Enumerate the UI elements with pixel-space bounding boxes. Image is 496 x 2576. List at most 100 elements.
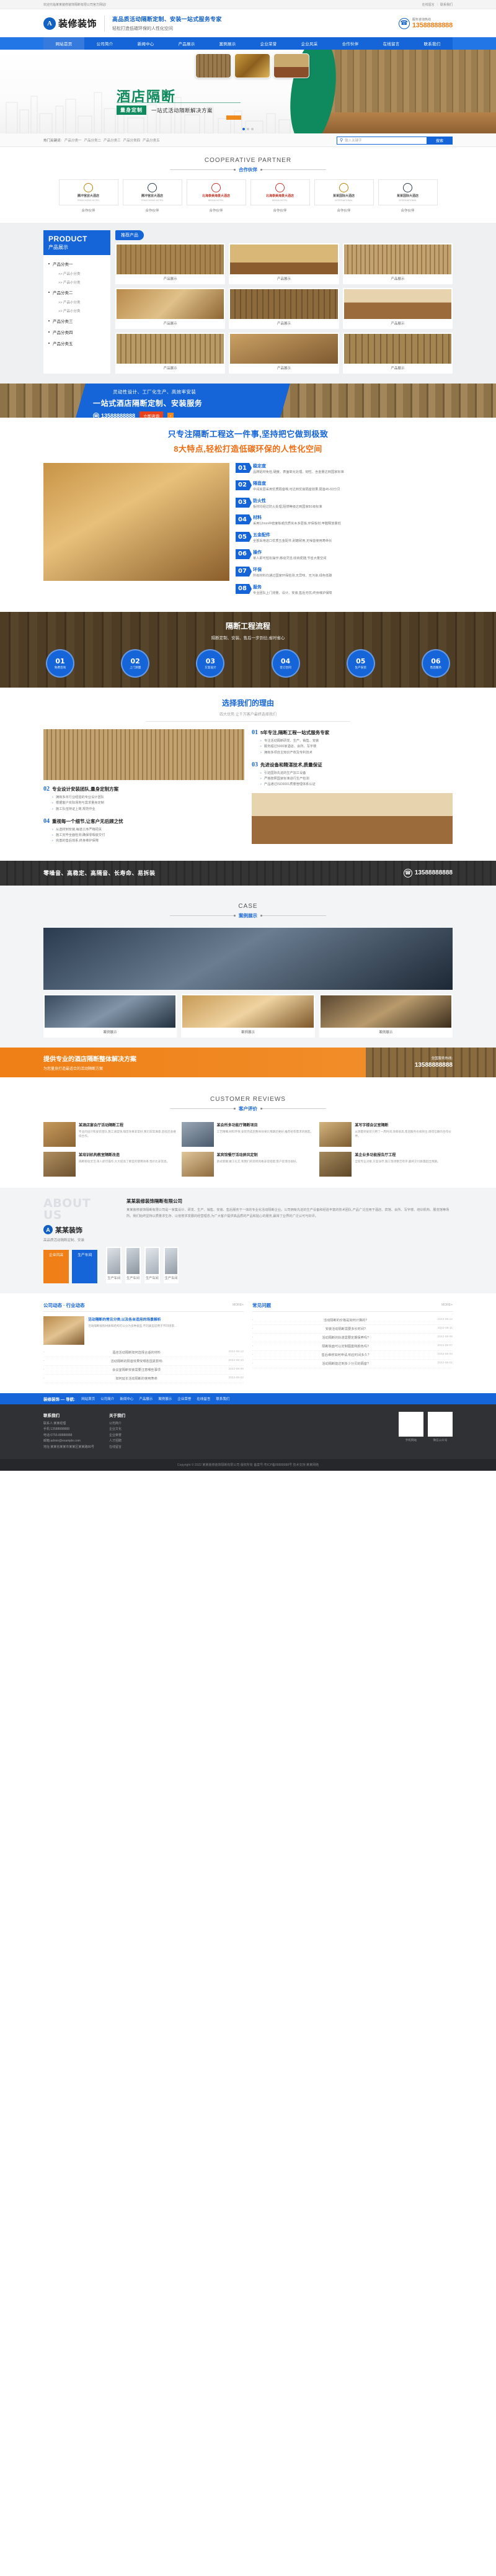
- case-item[interactable]: 案例展示: [43, 994, 177, 1038]
- keyword-1[interactable]: 产品分类二: [84, 139, 102, 143]
- search-button[interactable]: 搜索: [427, 136, 453, 145]
- testimonial-card[interactable]: 某企业多功能报告厅工程 全程专业对接,方案详尽,施工现场整洁有序,最终交付质量超出…: [319, 1151, 453, 1177]
- about-gallery-item[interactable]: 生产车间: [144, 1246, 160, 1283]
- testimonial-card[interactable]: 某宾馆餐厅活动屏风定制 款式新颖,做工扎实,和我们的装修风格非常搭配,客户反馈也很…: [181, 1151, 315, 1177]
- product-item[interactable]: 产品展示: [342, 243, 453, 284]
- news-left-more[interactable]: MORE+: [232, 1303, 244, 1307]
- keyword-4[interactable]: 产品分类五: [143, 139, 160, 143]
- news-list-item[interactable]: 酒店活动隔断如何选择合适的材料 2022-08-12: [43, 1349, 244, 1357]
- partner-card[interactable]: 北海泰美海景大酒店 BEIHAI HOTEL 合作伙伴: [250, 179, 310, 213]
- topbar-link-contact[interactable]: 联系我们: [440, 2, 453, 7]
- partner-card[interactable]: 某某国际大酒店 INTERNATIONAL 合作伙伴: [314, 179, 374, 213]
- carousel-dot-1[interactable]: [247, 128, 249, 130]
- footer-nav-link-3[interactable]: 产品展示: [139, 1396, 153, 1401]
- partner-card[interactable]: 腾冲官房大酒店 TENGCHONG HOTEL 合作伙伴: [58, 179, 118, 213]
- product-category[interactable]: 产品分类五: [48, 338, 105, 349]
- news-list-item[interactable]: 隔断板面可以定制图案和颜色吗? 2022-08-07: [252, 1342, 453, 1351]
- process-step[interactable]: 01 免费咨询: [46, 649, 74, 678]
- footer-nav-link-6[interactable]: 在线留言: [197, 1396, 210, 1401]
- product-item[interactable]: 产品展示: [115, 333, 226, 374]
- about-gallery-item[interactable]: 生产车间: [106, 1246, 122, 1283]
- nav-item-2[interactable]: 新闻中心: [125, 37, 166, 50]
- footer-nav-link-0[interactable]: 网站首页: [81, 1396, 95, 1401]
- nav-item-0[interactable]: 网站首页: [43, 37, 84, 50]
- about-gallery-item[interactable]: 生产车间: [163, 1246, 179, 1283]
- product-category[interactable]: 产品分类二: [48, 287, 105, 298]
- site-logo[interactable]: A 装修装饰: [43, 17, 97, 30]
- footer-nav-link-7[interactable]: 联系我们: [216, 1396, 229, 1401]
- news-right-more[interactable]: MORE+: [441, 1303, 453, 1307]
- product-item[interactable]: 产品展示: [229, 288, 339, 329]
- topbar-link-message[interactable]: 在线留言: [422, 2, 435, 7]
- chevron-right-icon[interactable]: ›: [167, 412, 174, 418]
- product-subcategory[interactable]: >> 产品小分类: [48, 269, 105, 278]
- product-category[interactable]: 产品分类三: [48, 315, 105, 326]
- product-item[interactable]: 产品展示: [115, 288, 226, 329]
- partner-card[interactable]: 北海泰美海景大酒店 BEIHAI HOTEL 合作伙伴: [186, 179, 246, 213]
- product-subcategory[interactable]: >> 产品小分类: [48, 278, 105, 287]
- footer-nav-link-5[interactable]: 企业荣誉: [177, 1396, 191, 1401]
- carousel-dot-2[interactable]: [251, 128, 254, 130]
- reason-point: 完善的售后体系,终身维护保障: [52, 838, 244, 844]
- nav-item-1[interactable]: 公司简介: [84, 37, 125, 50]
- process-step[interactable]: 05 生产安装: [346, 649, 375, 678]
- testimonial-card[interactable]: 某培训机构教室隔断改造 隔断移动灵活,单人即可操作,大大提高了教室的使用效率,性价…: [43, 1151, 177, 1177]
- news-list-item[interactable]: 如何延长活动隔断的使用寿命 2022-08-02: [43, 1375, 244, 1383]
- about-left: ABOUT US A 某某装饰 高品质活动隔断定制、安装: [43, 1197, 118, 1242]
- product-subcategory[interactable]: >> 产品小分类: [48, 307, 105, 315]
- process-step[interactable]: 04 签订合同: [271, 649, 300, 678]
- case-item[interactable]: 案例展示: [319, 994, 453, 1038]
- keyword-3[interactable]: 产品分类四: [123, 139, 141, 143]
- case-caption: 案例展示: [379, 1030, 393, 1034]
- news-list-item[interactable]: 活动隔断的隔音效果受哪些因素影响 2022-08-10: [43, 1357, 244, 1366]
- product-category[interactable]: 产品分类一: [48, 258, 105, 269]
- nav-item-7[interactable]: 合作伙伴: [330, 37, 371, 50]
- product-subcategory[interactable]: >> 产品小分类: [48, 298, 105, 307]
- product-item[interactable]: 产品展示: [229, 243, 339, 284]
- process-step[interactable]: 03 方案设计: [196, 649, 225, 678]
- partner-card[interactable]: 腾冲官房大酒店 TENGCHONG HOTEL 合作伙伴: [122, 179, 182, 213]
- footer-nav-link-2[interactable]: 新闻中心: [120, 1396, 133, 1401]
- nav-item-6[interactable]: 企业风采: [289, 37, 330, 50]
- footer-nav-link-1[interactable]: 公司简介: [100, 1396, 114, 1401]
- nav-item-4[interactable]: 案例展示: [207, 37, 248, 50]
- news-feature[interactable]: 活动隔断的常见分类,以及各自适用的场景解析 活动隔断按照材质和结构可以分为多种类…: [43, 1316, 244, 1345]
- process-step[interactable]: 02 上门测量: [121, 649, 150, 678]
- news-list-item[interactable]: 售后维修如何申请,响应时间多久? 2022-08-03: [252, 1351, 453, 1360]
- nav-item-5[interactable]: 企业荣誉: [248, 37, 289, 50]
- partner-card[interactable]: 某某国际大酒店 INTERNATIONAL 合作伙伴: [378, 179, 438, 213]
- product-category[interactable]: 产品分类四: [48, 326, 105, 338]
- testimonial-card[interactable]: 某会所多功能厅隔断项目 工艺精细,材料环保,安装完成后整体效果比预期还要好,推荐给…: [181, 1121, 315, 1147]
- footer-nav-link-4[interactable]: 案例展示: [158, 1396, 172, 1401]
- nav-item-3[interactable]: 产品展示: [166, 37, 207, 50]
- news-list-item[interactable]: 活动隔断的价格是如何计算的? 2022-08-12: [252, 1316, 453, 1325]
- about-tab-1[interactable]: 生产车间: [72, 1249, 98, 1283]
- keyword-0[interactable]: 产品分类一: [64, 139, 82, 143]
- product-item[interactable]: 产品展示: [342, 288, 453, 329]
- news-list-item[interactable]: 安装活动隔断需要多长时间? 2022-08-11: [252, 1325, 453, 1334]
- about-gallery-item[interactable]: 生产车间: [125, 1246, 141, 1283]
- news-list-item[interactable]: 会议室隔断安装需要注意哪些事项 2022-08-06: [43, 1366, 244, 1375]
- nav-item-9[interactable]: 联系我们: [412, 37, 453, 50]
- product-item[interactable]: 产品展示: [342, 333, 453, 374]
- partner-seal-icon: [148, 183, 157, 192]
- case-item[interactable]: 案例展示: [181, 994, 315, 1038]
- hero-carousel-dots[interactable]: [242, 128, 254, 130]
- keyword-2[interactable]: 产品分类三: [104, 139, 121, 143]
- about-tab-0[interactable]: 企业风采: [43, 1249, 69, 1283]
- case-caption: 案例展示: [241, 1030, 255, 1034]
- news-item-text: 隔断板面可以定制图案和颜色吗?: [322, 1344, 369, 1349]
- case-hero-image[interactable]: [43, 927, 453, 990]
- process-step[interactable]: 06 售后服务: [421, 649, 450, 678]
- cta1-consult-button[interactable]: 立即咨询: [140, 411, 164, 418]
- product-item[interactable]: 产品展示: [115, 243, 226, 284]
- product-item[interactable]: 产品展示: [229, 333, 339, 374]
- testimonial-card[interactable]: 某写字楼会议室隔断 从测量到安装只用了一周时间,效率很高,售后服务也很到位,值得信…: [319, 1121, 453, 1147]
- testimonial-card[interactable]: 某酒店宴会厅活动隔断工程 专业的设计和安装团队,施工速度快,隔音效果非常好,我们非…: [43, 1121, 177, 1147]
- search-input[interactable]: ⚲ 输入关键字: [337, 136, 427, 145]
- product-tab-recommended[interactable]: 推荐产品: [115, 230, 144, 240]
- news-list-item[interactable]: 活动隔断能达到多少分贝的隔音? 2022-08-01: [252, 1360, 453, 1368]
- carousel-dot-0[interactable]: [242, 128, 245, 130]
- news-list-item[interactable]: 活动隔断的轨道需要定期保养吗? 2022-08-09: [252, 1334, 453, 1342]
- nav-item-8[interactable]: 在线留言: [371, 37, 412, 50]
